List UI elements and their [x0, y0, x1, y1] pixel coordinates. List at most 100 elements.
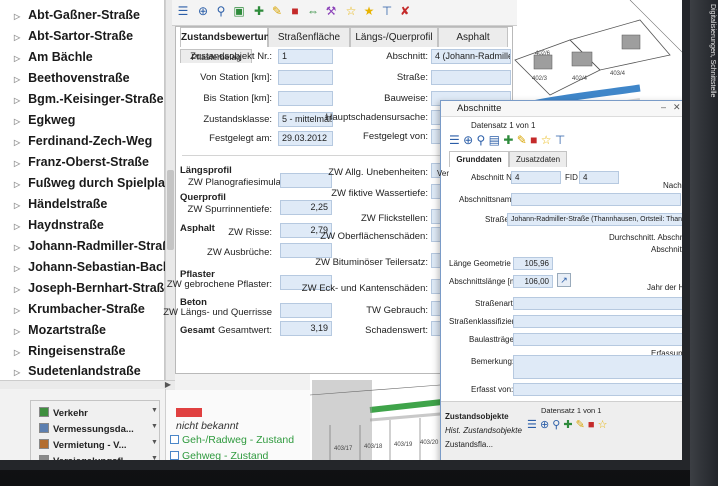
expand-icon[interactable]: ▷ [14, 75, 20, 84]
expand-icon[interactable]: ▷ [14, 138, 20, 147]
edit-icon[interactable]: ✎ [517, 133, 527, 147]
festgelegt-am-field[interactable]: 29.03.2012 [278, 131, 333, 146]
layer-geh-radweg[interactable]: Geh-/Radweg - Zustand [170, 434, 294, 446]
abschnittsname-field[interactable] [511, 193, 681, 206]
street-item[interactable]: ▷ Am Bächle [14, 50, 93, 64]
move-icon[interactable]: ⇔ [306, 4, 320, 18]
star-icon[interactable]: ☆ [598, 419, 608, 431]
edit-icon[interactable]: ✎ [270, 4, 284, 18]
expand-icon[interactable]: ▷ [14, 54, 20, 63]
document-icon[interactable]: ▤ [489, 133, 500, 147]
search-icon[interactable]: ⚲ [552, 419, 560, 431]
street-item[interactable]: ▷ Joseph-Bernhart-Straße [14, 281, 171, 295]
scrollbar-thumb[interactable] [167, 170, 174, 250]
clear-filter-icon[interactable]: ✘ [398, 4, 412, 18]
strassenart-field[interactable] [513, 297, 682, 310]
baulasttraeger-field[interactable] [513, 333, 682, 346]
dialog-titlebar[interactable]: Abschnitte [441, 101, 682, 117]
delete-icon[interactable]: ■ [288, 4, 302, 18]
expand-icon[interactable]: ▷ [14, 180, 20, 189]
legend-item[interactable]: Verkehr ▼ [39, 407, 158, 419]
expand-icon[interactable]: ▷ [14, 306, 20, 315]
menu-icon[interactable]: ☰ [449, 133, 460, 147]
street-item[interactable]: ▷ Händelstraße [14, 197, 107, 211]
street-item[interactable]: ▷ Krumbacher-Straße [14, 302, 145, 316]
menu-icon[interactable]: ☰ [527, 419, 537, 431]
street-item[interactable]: ▷ Egkweg [14, 113, 75, 127]
tab-strassenflaeche[interactable]: Straßenfläche [268, 27, 350, 47]
add-icon[interactable]: ✚ [252, 4, 266, 18]
street-item[interactable]: ▷ Haydnstraße [14, 218, 104, 232]
street-item[interactable]: ▷ Franz-Oberst-Straße [14, 155, 149, 169]
globe-icon[interactable]: ⊕ [196, 4, 210, 18]
delete-icon[interactable]: ■ [588, 419, 595, 431]
layer-checkbox[interactable] [170, 435, 179, 444]
favorite-icon[interactable]: ★ [362, 4, 376, 18]
tab-laengs-querprofil[interactable]: Längs-/Querprofil [350, 27, 438, 47]
tab-zusatzdaten[interactable]: Zusatzdaten [509, 151, 567, 167]
legend-item[interactable]: Vermietung - V... ▼ [39, 439, 158, 451]
zw-planografie-field[interactable] [280, 173, 332, 188]
street-item[interactable]: ▷ Fußweg durch Spielplatz [14, 176, 175, 190]
street-item[interactable]: ▷ Johann-Sebastian-Bach- [14, 260, 175, 274]
chevron-down-icon[interactable]: ▼ [151, 423, 158, 430]
laenge-geometrie-field[interactable]: 105,96 [513, 257, 553, 270]
search-icon[interactable]: ⚲ [477, 133, 486, 147]
dialog-strasse-field[interactable]: Johann-Radmiller-Straße (Thannhausen, Or… [507, 213, 682, 226]
measure-icon[interactable]: ⚒ [324, 4, 338, 18]
expand-icon[interactable]: ▷ [14, 117, 20, 126]
excel-icon[interactable]: ▣ [232, 4, 246, 18]
horizontal-scrollbar[interactable]: ▶ [0, 380, 175, 389]
filter-icon[interactable]: ⊤ [380, 4, 394, 18]
street-item[interactable]: ▷ Abt-Gaßner-Straße [14, 8, 140, 22]
globe-icon[interactable]: ⊕ [463, 133, 473, 147]
street-item[interactable]: ▷ Beethovenstraße [14, 71, 130, 85]
expand-icon[interactable]: ▷ [14, 368, 20, 377]
globe-icon[interactable]: ⊕ [540, 419, 549, 431]
street-item[interactable]: ▷ Sudetenlandstraße [14, 364, 141, 378]
edit-icon[interactable]: ✎ [576, 419, 585, 431]
expand-icon[interactable]: ▷ [14, 222, 20, 231]
abschnitt-select[interactable]: 4 (Johann-Radmiller-Straße) [431, 49, 511, 64]
scroll-right-icon[interactable]: ▶ [165, 380, 171, 389]
filter-icon[interactable]: ⊤ [555, 133, 565, 147]
tab-zustandsbewertung[interactable]: Zustandsbewertung [180, 27, 276, 47]
expand-icon[interactable]: ▷ [14, 243, 20, 252]
bis-station-field[interactable] [278, 91, 333, 106]
zw-spurrinnentiefe-field[interactable]: 2,25 [280, 200, 332, 215]
menu-icon[interactable]: ☰ [176, 4, 190, 18]
add-icon[interactable]: ✚ [563, 419, 572, 431]
fid-field[interactable]: 4 [579, 171, 619, 184]
layer-gehweg[interactable]: Gehweg - Zustand [170, 450, 268, 460]
zw-laengs-quer-field[interactable] [280, 303, 332, 318]
expand-icon[interactable]: ▷ [14, 201, 20, 210]
chevron-down-icon[interactable]: ▼ [151, 455, 158, 460]
chevron-down-icon[interactable]: ▼ [151, 439, 158, 446]
add-icon[interactable]: ✚ [503, 133, 513, 147]
street-item[interactable]: ▷ Bgm.-Keisinger-Straße [14, 92, 164, 106]
tab-zustandsobjekte[interactable]: Zustandsobjekte [445, 412, 509, 421]
expand-icon[interactable]: ▷ [14, 12, 20, 21]
von-station-field[interactable] [278, 70, 333, 85]
star-icon[interactable]: ☆ [541, 133, 552, 147]
legend-item[interactable]: Vermessungsda... ▼ [39, 423, 158, 435]
zw-ausbrueche-field[interactable] [280, 243, 332, 258]
layer-checkbox[interactable] [170, 451, 179, 460]
legend-item[interactable]: Versiegelungsfl... ▼ [39, 455, 158, 460]
close-icon[interactable]: ✕ [673, 102, 681, 113]
expand-icon[interactable]: ▷ [14, 33, 20, 42]
street-item[interactable]: ▷ Johann-Radmiller-Straße [14, 239, 177, 253]
street-item[interactable]: ▷ Mozartstraße [14, 323, 106, 337]
star-icon[interactable]: ☆ [344, 4, 358, 18]
street-list-scrollbar[interactable] [165, 0, 175, 390]
erfasst-von-field[interactable] [513, 383, 682, 396]
gesamtwert-field[interactable]: 3,19 [280, 321, 332, 336]
abschnitt-nr-field[interactable]: 4 [511, 171, 561, 184]
delete-icon[interactable]: ■ [530, 133, 537, 147]
expand-icon[interactable]: ▷ [14, 96, 20, 105]
search-icon[interactable]: ⚲ [214, 4, 228, 18]
strassenklassifizierung-field[interactable] [513, 315, 682, 328]
street-item[interactable]: ▷ Abt-Sartor-Straße [14, 29, 133, 43]
tab-zustandsflaeche[interactable]: Zustandsfla... [445, 440, 493, 449]
street-item[interactable]: ▷ Ringeisenstraße [14, 344, 125, 358]
